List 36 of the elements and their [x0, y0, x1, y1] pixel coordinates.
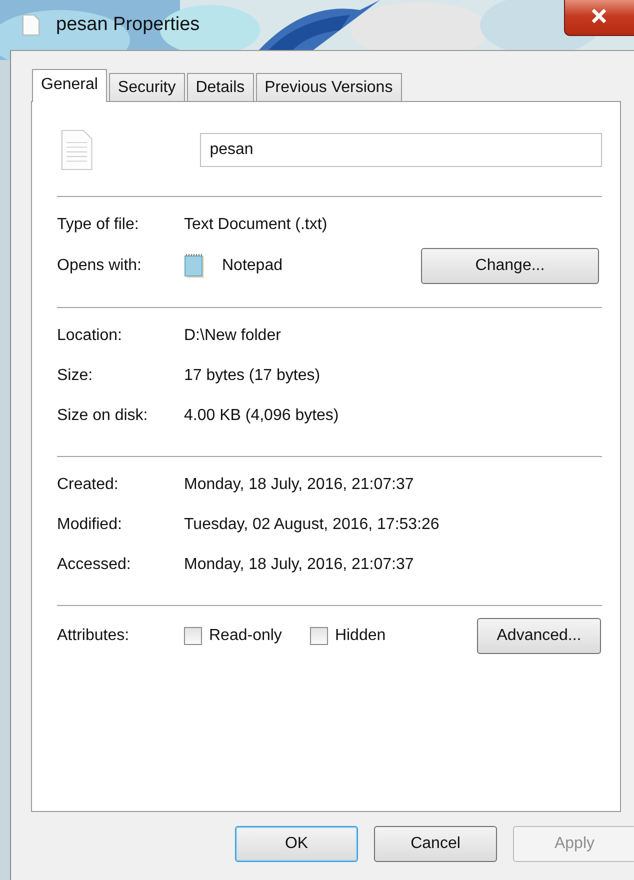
- tab[interactable]: Details: [186, 73, 254, 101]
- checkbox[interactable]: [184, 627, 202, 645]
- field-value: Text Document (.txt): [184, 216, 328, 234]
- field-label: Size on disk:: [57, 407, 149, 425]
- window-title: pesan Properties: [56, 14, 200, 36]
- field-label: Created:: [57, 476, 120, 494]
- field-value: 17 bytes (17 bytes): [184, 367, 320, 385]
- close-button[interactable]: [564, 0, 634, 36]
- field-value: Notepad: [222, 257, 282, 275]
- field-value: Tuesday, 02 August, 2016, 17:53:26: [184, 516, 440, 534]
- field-value: Monday, 18 July, 2016, 21:07:37: [184, 556, 414, 574]
- tab[interactable]: Previous Versions: [256, 73, 402, 101]
- field-label: Opens with:: [57, 257, 142, 275]
- file-name-field[interactable]: pesan: [200, 133, 602, 167]
- dialog-button[interactable]: Cancel: [374, 826, 497, 862]
- close-icon: [591, 9, 607, 23]
- field-label: Modified:: [57, 516, 123, 534]
- field-label: Accessed:: [57, 556, 132, 574]
- field-value: D:\New folder: [184, 327, 281, 345]
- text-file-icon: [61, 128, 93, 172]
- field-label: Attributes:: [57, 627, 130, 645]
- notepad-icon: [184, 253, 206, 279]
- checkbox[interactable]: [310, 627, 328, 645]
- advanced-button[interactable]: Advanced...: [477, 618, 601, 654]
- field-label: Location:: [57, 327, 123, 345]
- tab[interactable]: General: [32, 69, 107, 102]
- field-label: Type of file:: [57, 216, 140, 234]
- document-icon: [22, 14, 40, 36]
- dialog-button[interactable]: OK: [235, 826, 358, 862]
- checkbox-label[interactable]: Read-only: [209, 627, 282, 645]
- field-label: Size:: [57, 367, 94, 385]
- field-value: Monday, 18 July, 2016, 21:07:37: [184, 476, 414, 494]
- change-button[interactable]: Change...: [421, 248, 599, 284]
- tab[interactable]: Security: [108, 73, 185, 101]
- field-value: 4.00 KB (4,096 bytes): [184, 407, 339, 425]
- checkbox-label[interactable]: Hidden: [334, 627, 386, 645]
